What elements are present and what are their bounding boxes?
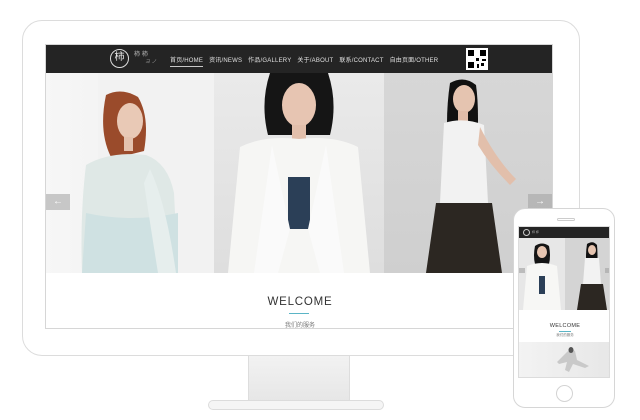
nav-item-news[interactable]: 资讯/NEWS (209, 55, 242, 67)
welcome-heading: WELCOME (267, 296, 333, 308)
mobile-welcome-subtitle: 我们的服务 (556, 333, 574, 337)
banner-photo-model-center (214, 73, 384, 273)
nav-item-contact[interactable]: 联系/CONTACT (339, 55, 383, 67)
slider-prev-arrow-icon[interactable]: ← (46, 194, 70, 210)
mobile-welcome-accent-line (559, 331, 571, 332)
welcome-accent-line (289, 313, 309, 314)
mobile-content-photo (519, 342, 609, 377)
mobile-welcome-heading: WELCOME (549, 323, 581, 329)
welcome-subtitle: 我们的服务 (284, 323, 315, 329)
logo-text: 柿 柿 (134, 51, 148, 58)
main-nav: 首页/HOME 资讯/NEWS 作品/GALLERY 关于/ABOUT 联系/C… (170, 55, 438, 67)
logo-subtext: ヨ ノ (145, 59, 157, 65)
phone-home-button[interactable] (556, 385, 573, 402)
desktop-site-screen: 柿 柿 柿 ヨ ノ 首页/HOME 资讯/NEWS 作品/GALLERY 关于/… (45, 44, 553, 329)
nav-item-other[interactable]: 自由页面/OTHER (390, 55, 439, 67)
mobile-site-screen: 柿 柿 WELCOME 我们的服务 (518, 226, 610, 378)
mobile-navbar: 柿 柿 (519, 227, 609, 238)
phone-speaker (557, 218, 575, 221)
hero-banner-slider: ← → (46, 73, 552, 273)
logo-icon[interactable]: 柿 (110, 49, 129, 68)
nav-item-home[interactable]: 首页/HOME (170, 55, 204, 67)
top-navbar: 柿 柿 柿 ヨ ノ 首页/HOME 资讯/NEWS 作品/GALLERY 关于/… (46, 45, 552, 73)
mobile-logo-text: 柿 柿 (532, 230, 539, 234)
monitor-stand-neck (248, 356, 350, 402)
qr-code-icon[interactable] (466, 48, 488, 70)
nav-item-gallery[interactable]: 作品/GALLERY (248, 55, 291, 67)
banner-photo-model-left (46, 73, 214, 273)
mobile-hero-banner (519, 238, 609, 310)
monitor-stand-base (208, 400, 384, 410)
nav-item-about[interactable]: 关于/ABOUT (297, 55, 333, 67)
mobile-logo-icon[interactable] (523, 229, 530, 236)
